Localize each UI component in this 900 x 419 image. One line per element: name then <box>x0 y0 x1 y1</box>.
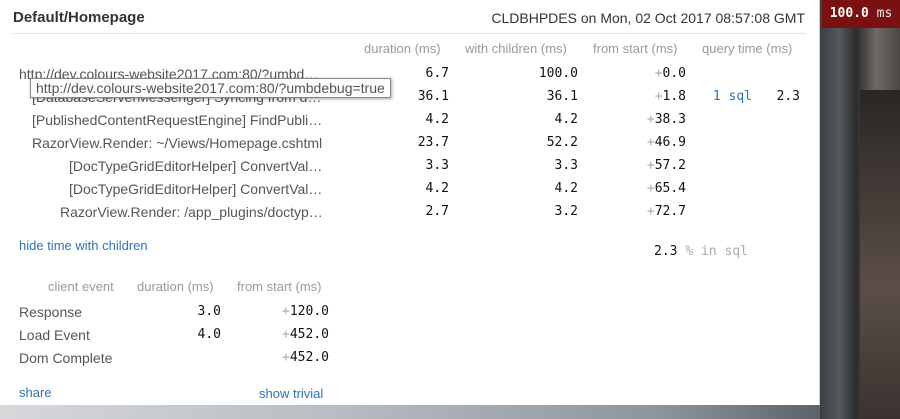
client-header-event: client event <box>48 279 114 294</box>
timing-from-start-value: 46.9 <box>654 135 686 150</box>
client-event-from-start: +452.0 <box>250 350 329 365</box>
header-query-time: query time (ms) <box>702 41 793 56</box>
client-event-name: Response <box>19 304 83 320</box>
badge-unit: ms <box>876 6 893 21</box>
plus-sign: + <box>646 112 655 127</box>
timing-with-children: 52.2 <box>546 135 578 150</box>
header-duration: duration (ms) <box>364 41 441 56</box>
client-event-name: Dom Complete <box>19 350 113 366</box>
client-event-row: Load Event 4.0 +452.0 <box>0 327 820 350</box>
timing-duration: 3.3 <box>425 158 449 173</box>
plus-sign: + <box>646 204 655 219</box>
share-link[interactable]: share <box>19 385 52 400</box>
client-event-from-start: +452.0 <box>250 327 329 342</box>
timing-row[interactable]: [PublishedContentRequestEngine] FindPubl… <box>0 112 820 135</box>
timing-with-children: 4.2 <box>554 112 578 127</box>
client-event-from-start: +120.0 <box>250 304 329 319</box>
timing-from-start: +72.7 <box>610 204 686 219</box>
sql-percent-label: % in sql <box>685 244 748 259</box>
sql-percent-value: 2.3 <box>654 244 678 259</box>
background-strip <box>0 405 820 419</box>
timing-from-start: +38.3 <box>610 112 686 127</box>
timing-from-start-value: 57.2 <box>654 158 686 173</box>
timing-with-children: 36.1 <box>546 89 578 104</box>
timing-duration: 4.2 <box>425 112 449 127</box>
timing-from-start: +1.8 <box>610 89 686 104</box>
timing-with-children: 3.2 <box>554 204 578 219</box>
header-divider <box>13 33 806 34</box>
plus-sign: + <box>646 181 655 196</box>
timing-from-start-value: 72.7 <box>654 204 686 219</box>
url-tooltip: http://dev.colours-website2017.com:80/?u… <box>30 78 391 98</box>
sql-percentage: 2.3 % in sql <box>654 244 748 259</box>
timing-from-start-value: 0.0 <box>662 66 686 81</box>
timing-step-name[interactable]: [PublishedContentRequestEngine] FindPubl… <box>32 112 322 128</box>
client-header-duration: duration (ms) <box>137 279 214 294</box>
client-event-name: Load Event <box>19 327 90 343</box>
timing-row[interactable]: RazorView.Render: /app_plugins/doctyp… 2.… <box>0 204 820 227</box>
page-title: Default/Homepage <box>13 9 145 26</box>
header-with-children: with children (ms) <box>465 41 567 56</box>
timing-from-start: +57.2 <box>610 158 686 173</box>
timing-with-children: 3.3 <box>554 158 578 173</box>
show-trivial-link[interactable]: show trivial <box>259 386 323 401</box>
plus-sign: + <box>646 135 655 150</box>
timing-duration: 2.7 <box>425 204 449 219</box>
timing-from-start-value: 65.4 <box>654 181 686 196</box>
timing-row[interactable]: [DocTypeGridEditorHelper] ConvertVal… 4.2… <box>0 181 820 204</box>
timing-step-name[interactable]: [DocTypeGridEditorHelper] ConvertVal… <box>69 181 322 197</box>
timing-from-start-value: 38.3 <box>654 112 686 127</box>
timing-duration: 23.7 <box>417 135 449 150</box>
timing-from-start: +0.0 <box>610 66 686 81</box>
profiler-popup: Default/Homepage CLDBHPDES on Mon, 02 Oc… <box>0 0 820 405</box>
timing-from-start-value: 1.8 <box>662 89 686 104</box>
timing-from-start: +65.4 <box>610 181 686 196</box>
badge-value: 100.0 <box>829 6 869 21</box>
background-figure <box>860 90 900 419</box>
plus-sign: + <box>282 327 290 342</box>
client-event-from-start-value: 120.0 <box>289 304 329 319</box>
timing-row[interactable]: [DocTypeGridEditorHelper] ConvertVal… 3.3… <box>0 158 820 181</box>
timing-step-name[interactable]: RazorView.Render: ~/Views/Homepage.cshtm… <box>32 135 322 151</box>
timing-step-name[interactable]: [DocTypeGridEditorHelper] ConvertVal… <box>69 158 322 174</box>
client-event-from-start-value: 452.0 <box>289 350 329 365</box>
client-event-row: Dom Complete +452.0 <box>0 350 820 373</box>
profiler-total-badge[interactable]: 100.0 ms <box>822 0 900 28</box>
plus-sign: + <box>654 89 663 104</box>
timing-with-children: 100.0 <box>538 66 578 81</box>
plus-sign: + <box>282 350 290 365</box>
background-photo <box>820 0 900 419</box>
timing-from-start: +46.9 <box>610 135 686 150</box>
plus-sign: + <box>282 304 290 319</box>
timing-sql-link[interactable]: 1 sql <box>700 89 752 104</box>
client-header-from-start: from start (ms) <box>237 279 322 294</box>
timing-with-children: 4.2 <box>554 181 578 196</box>
client-event-from-start-value: 452.0 <box>289 327 329 342</box>
client-event-duration: 4.0 <box>197 327 221 342</box>
hide-time-with-children-link[interactable]: hide time with children <box>19 238 148 253</box>
client-event-row: Response 3.0 +120.0 <box>0 304 820 327</box>
plus-sign: + <box>646 158 655 173</box>
client-event-duration: 3.0 <box>197 304 221 319</box>
machine-info: CLDBHPDES on Mon, 02 Oct 2017 08:57:08 G… <box>491 10 805 26</box>
header-from-start: from start (ms) <box>593 41 678 56</box>
plus-sign: + <box>654 66 663 81</box>
timing-duration: 4.2 <box>425 181 449 196</box>
timing-step-name[interactable]: RazorView.Render: /app_plugins/doctyp… <box>60 204 323 220</box>
timing-row[interactable]: RazorView.Render: ~/Views/Homepage.cshtm… <box>0 135 820 158</box>
timing-query-time: 2.3 <box>776 89 800 104</box>
